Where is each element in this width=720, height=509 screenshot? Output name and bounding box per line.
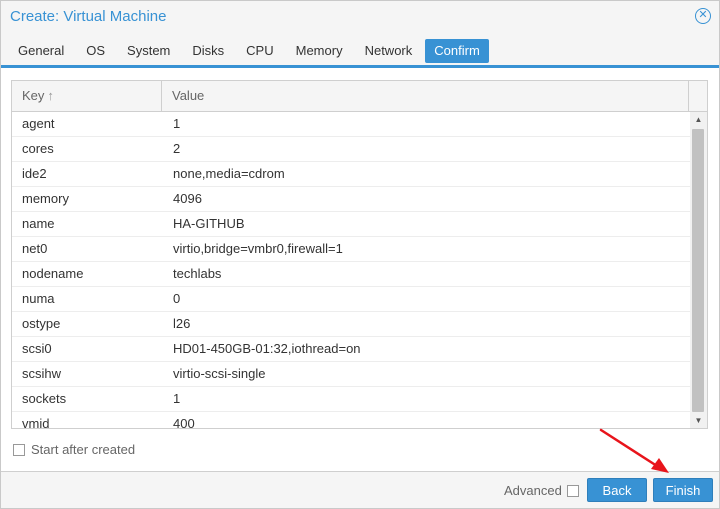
table-row[interactable]: scsihw virtio-scsi-single (12, 362, 690, 387)
cell-key: ostype (22, 316, 61, 331)
cell-key: scsi0 (22, 341, 52, 356)
cell-key: name (22, 216, 55, 231)
table-row[interactable]: name HA-GITHUB (12, 212, 690, 237)
tab-os[interactable]: OS (77, 39, 114, 63)
table-row[interactable]: numa 0 (12, 287, 690, 312)
cell-value: techlabs (173, 266, 222, 281)
dialog-title: Create: Virtual Machine (10, 8, 167, 25)
start-after-created-checkbox[interactable]: Start after created (13, 442, 135, 457)
tab-system[interactable]: System (118, 39, 179, 63)
cell-value: 2 (173, 141, 181, 156)
scrollbar-thumb[interactable] (692, 129, 704, 412)
cell-key: nodename (22, 266, 84, 281)
cell-value: virtio,bridge=vmbr0,firewall=1 (173, 241, 343, 256)
confirm-panel: Key ↑ Value agent 1 cores 2 ide2 none,media=… (1, 68, 719, 472)
tab-confirm[interactable]: Confirm (425, 39, 489, 63)
cell-value: 1 (173, 116, 181, 131)
scroll-down-icon[interactable]: ▼ (690, 413, 707, 428)
checkbox-icon[interactable] (566, 484, 579, 497)
column-header-value[interactable]: Value (162, 81, 689, 111)
tab-disks[interactable]: Disks (183, 39, 233, 63)
column-header-key[interactable]: Key ↑ (12, 81, 162, 111)
grid-rows: agent 1 cores 2 ide2 none,media=cdrom memor… (12, 112, 690, 429)
table-row[interactable]: agent 1 (12, 112, 690, 137)
tab-memory[interactable]: Memory (287, 39, 352, 63)
summary-grid: Key ↑ Value agent 1 cores 2 ide2 none,media=… (11, 80, 708, 429)
column-header-value-label: Value (172, 88, 205, 103)
tab-network[interactable]: Network (356, 39, 422, 63)
cell-key: sockets (22, 391, 67, 406)
checkbox-icon[interactable] (13, 443, 25, 456)
table-row[interactable]: sockets 1 (12, 387, 690, 412)
advanced-label: Advanced (504, 483, 562, 498)
cell-value: HA-GITHUB (173, 216, 245, 231)
cell-value: l26 (173, 316, 191, 331)
tab-cpu[interactable]: CPU (237, 39, 282, 63)
cell-value: 1 (173, 391, 181, 406)
close-icon[interactable]: ✕ (695, 8, 711, 24)
cell-key: agent (22, 116, 55, 131)
title-bar: Create: Virtual Machine ✕ (1, 1, 719, 33)
cell-key: net0 (22, 241, 48, 256)
start-after-created-label: Start after created (31, 442, 136, 457)
table-row[interactable]: scsi0 HD01-450GB-01:32,iothread=on (12, 337, 690, 362)
tab-general[interactable]: General (9, 39, 73, 63)
scroll-up-icon[interactable]: ▲ (690, 112, 707, 128)
sort-ascending-icon: ↑ (47, 88, 54, 103)
cell-key: ide2 (22, 166, 47, 181)
table-row[interactable]: nodename techlabs (12, 262, 690, 287)
wizard-tabs: General OS System Disks CPU Memory Netwo… (9, 39, 493, 65)
column-header-key-label: Key (22, 88, 45, 103)
table-row[interactable]: ide2 none,media=cdrom (12, 162, 690, 187)
table-row[interactable]: net0 virtio,bridge=vmbr0,firewall=1 (12, 237, 690, 262)
advanced-checkbox[interactable]: Advanced (504, 483, 579, 498)
cell-key: numa (22, 291, 55, 306)
cell-value: virtio-scsi-single (173, 366, 266, 381)
create-vm-dialog: Create: Virtual Machine ✕ General OS Sys… (0, 0, 720, 509)
cell-value: 400 (173, 416, 195, 429)
grid-header: Key ↑ Value (12, 81, 707, 112)
table-row[interactable]: vmid 400 (12, 412, 690, 429)
back-button[interactable]: Back (587, 478, 647, 502)
cell-value: none,media=cdrom (173, 166, 285, 181)
finish-button[interactable]: Finish (653, 478, 713, 502)
table-row[interactable]: cores 2 (12, 137, 690, 162)
table-row[interactable]: memory 4096 (12, 187, 690, 212)
cell-key: vmid (22, 416, 50, 429)
cell-key: scsihw (22, 366, 62, 381)
cell-value: HD01-450GB-01:32,iothread=on (173, 341, 361, 356)
cell-key: memory (22, 191, 69, 206)
grid-scrollbar[interactable]: ▲ ▼ (690, 112, 707, 428)
dialog-footer: Advanced Back Finish (1, 472, 719, 508)
cell-key: cores (22, 141, 54, 156)
table-row[interactable]: ostype l26 (12, 312, 690, 337)
cell-value: 0 (173, 291, 181, 306)
cell-value: 4096 (173, 191, 202, 206)
